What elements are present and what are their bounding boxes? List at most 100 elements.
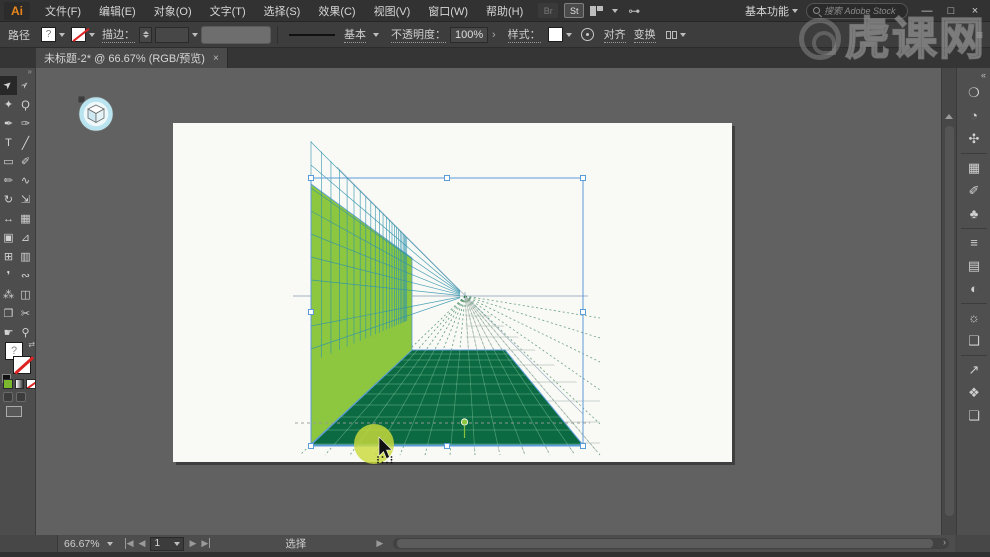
- expand-panels-icon[interactable]: «: [957, 68, 990, 81]
- stock-icon[interactable]: St: [564, 3, 584, 18]
- chevron-down-icon[interactable]: [89, 33, 95, 37]
- last-artboard-button[interactable]: ▶: [201, 538, 210, 549]
- horizontal-scrollbar[interactable]: ›: [393, 538, 949, 549]
- style-label[interactable]: 样式：: [508, 26, 541, 43]
- tool-symbol-sprayer[interactable]: ⁂: [0, 285, 17, 304]
- chevron-down-icon[interactable]: [373, 33, 379, 37]
- menu-item[interactable]: 对象(O): [145, 3, 201, 19]
- opacity-more-icon[interactable]: ›: [492, 29, 496, 41]
- tool-paintbrush[interactable]: ✐: [17, 152, 34, 171]
- selection-handle[interactable]: [309, 310, 314, 315]
- tool-column-graph[interactable]: ◫: [17, 285, 34, 304]
- tool-shape-builder[interactable]: ▣: [0, 228, 17, 247]
- align-label[interactable]: 对齐: [604, 26, 626, 43]
- tool-gradient[interactable]: ▥: [17, 247, 34, 266]
- menu-item[interactable]: 编辑(E): [90, 3, 145, 19]
- selection-handle[interactable]: [445, 444, 450, 449]
- panel-icon-symbols[interactable]: ♣: [957, 202, 990, 225]
- chevron-down-icon[interactable]: [680, 33, 686, 37]
- swap-fill-stroke-icon[interactable]: ⇄: [28, 340, 35, 349]
- close-button[interactable]: ×: [964, 2, 986, 20]
- stepper-up-icon[interactable]: [143, 31, 149, 34]
- arrange-documents-icon[interactable]: [590, 6, 603, 16]
- stroke-color-indicator[interactable]: [13, 356, 31, 374]
- chevron-down-icon[interactable]: [612, 9, 618, 13]
- stroke-color-swatch[interactable]: [71, 27, 86, 42]
- panel-icon-artboards[interactable]: ❏: [957, 404, 990, 427]
- stroke-weight-field[interactable]: [155, 27, 189, 43]
- panel-menu-icon[interactable]: ≡: [976, 28, 984, 42]
- screen-mode-button[interactable]: [6, 406, 22, 417]
- first-artboard-button[interactable]: ◀: [125, 538, 134, 549]
- panel-icon-color-guide[interactable]: ◔: [957, 104, 990, 127]
- artboard-canvas[interactable]: [36, 68, 941, 535]
- scroll-right-icon[interactable]: ›: [943, 537, 946, 547]
- tool-lasso[interactable]: Ϙ: [17, 95, 34, 114]
- selection-handle[interactable]: [581, 444, 586, 449]
- fill-stroke-control[interactable]: ? ⇄: [0, 340, 36, 400]
- transform-label[interactable]: 变换: [634, 26, 656, 43]
- tool-type[interactable]: T: [0, 133, 17, 152]
- tool-blend[interactable]: ∾: [17, 266, 34, 285]
- tool-perspective-grid[interactable]: ⊿: [17, 228, 34, 247]
- menu-item[interactable]: 效果(C): [309, 3, 364, 19]
- tool-mesh[interactable]: ⊞: [0, 247, 17, 266]
- fill-color-swatch[interactable]: ?: [41, 27, 56, 42]
- tool-slice[interactable]: ✂: [17, 304, 34, 323]
- chevron-down-icon[interactable]: [59, 33, 65, 37]
- document-tab[interactable]: 未标题-2* @ 66.67% (RGB/预览) ×: [36, 48, 228, 68]
- menu-item[interactable]: 帮助(H): [477, 3, 532, 19]
- previous-artboard-button[interactable]: ◀: [139, 538, 146, 549]
- tool-pen[interactable]: ✒: [0, 114, 17, 133]
- horizontal-scroll-thumb[interactable]: [397, 539, 933, 548]
- menu-item[interactable]: 文件(F): [36, 3, 90, 19]
- tool-selection[interactable]: ➤: [0, 76, 17, 95]
- panel-icon-color[interactable]: ❍: [957, 81, 990, 104]
- panel-icon-brushes[interactable]: ✐: [957, 179, 990, 202]
- menu-item[interactable]: 选择(S): [255, 3, 310, 19]
- selection-handle[interactable]: [445, 176, 450, 181]
- tool-curvature[interactable]: ✑: [17, 114, 34, 133]
- opacity-field[interactable]: 100%: [450, 27, 488, 43]
- align-to-selection-icon[interactable]: [666, 31, 677, 39]
- selection-handle[interactable]: [581, 176, 586, 181]
- gradient-button[interactable]: [15, 379, 25, 389]
- maximize-button[interactable]: □: [940, 2, 962, 20]
- tool-pencil[interactable]: ✏: [0, 171, 17, 190]
- canvas[interactable]: [36, 68, 941, 535]
- tool-free-transform[interactable]: ▦: [17, 209, 34, 228]
- panel-icon-appearance[interactable]: ☼: [957, 306, 990, 329]
- selection-handle[interactable]: [309, 176, 314, 181]
- recolor-artwork-icon[interactable]: [581, 28, 594, 41]
- next-artboard-button[interactable]: ▶: [189, 538, 196, 549]
- tool-rectangle[interactable]: ▭: [0, 152, 17, 171]
- chevron-down-icon[interactable]: [192, 33, 198, 37]
- color-button[interactable]: [3, 379, 13, 389]
- brush-definition-label[interactable]: 基本: [344, 26, 366, 43]
- artboard-number-field[interactable]: 1: [150, 537, 184, 551]
- panel-icon-transparency[interactable]: ◐: [957, 277, 990, 300]
- perspective-plane-widget[interactable]: [78, 96, 113, 131]
- scroll-up-icon[interactable]: [945, 114, 953, 119]
- style-swatch[interactable]: [548, 27, 563, 42]
- tools-panel-grip[interactable]: »: [0, 68, 35, 76]
- panel-icon-graphic-styles[interactable]: ❑: [957, 329, 990, 352]
- tool-rotate[interactable]: ↻: [0, 190, 17, 209]
- bridge-icon[interactable]: Br: [538, 3, 558, 18]
- panel-icon-export[interactable]: ↗: [957, 358, 990, 381]
- panel-icon-swatches[interactable]: ▦: [957, 156, 990, 179]
- vertical-scrollbar[interactable]: [941, 68, 956, 535]
- tool-shaper[interactable]: ∿: [17, 171, 34, 190]
- panel-icon-stroke[interactable]: ≡: [957, 231, 990, 254]
- tool-scale[interactable]: ⇲: [17, 190, 34, 209]
- tool-direct-selection[interactable]: ➢: [17, 76, 34, 95]
- minimize-button[interactable]: —: [916, 2, 938, 20]
- chevron-down-icon[interactable]: [566, 33, 572, 37]
- tool-line-segment[interactable]: ╱: [17, 133, 34, 152]
- tool-magic-wand[interactable]: ✦: [0, 95, 17, 114]
- selection-handle[interactable]: [581, 310, 586, 315]
- stroke-weight-label[interactable]: 描边：: [102, 26, 135, 43]
- workspace-switcher[interactable]: 基本功能: [745, 3, 798, 19]
- panel-icon-gradient[interactable]: ▤: [957, 254, 990, 277]
- zoom-level-control[interactable]: 66.67%: [64, 538, 113, 550]
